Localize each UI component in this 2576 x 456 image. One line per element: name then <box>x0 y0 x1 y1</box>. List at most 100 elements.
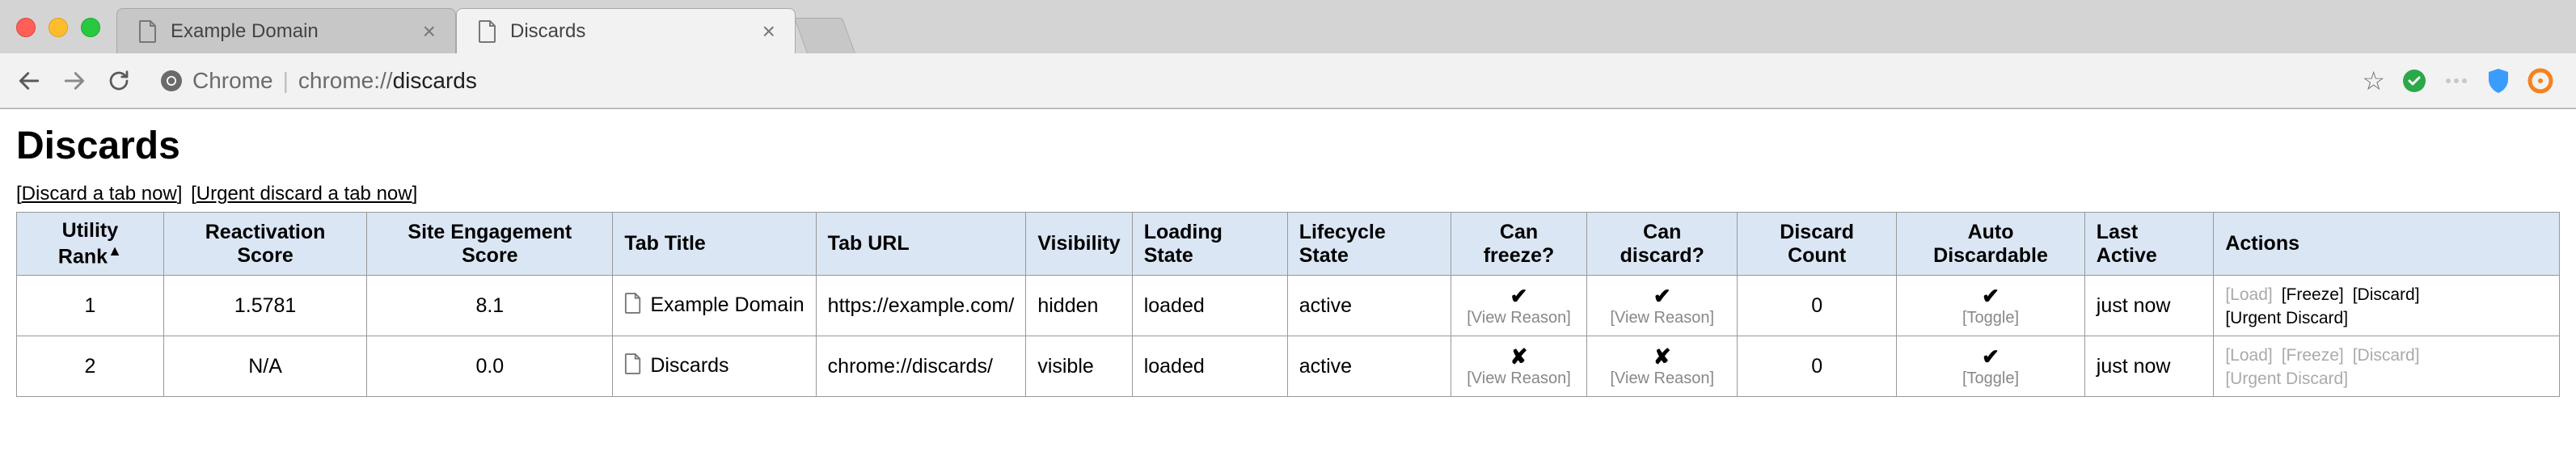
browser-tab-1[interactable]: Discards × <box>456 8 796 53</box>
discards-table: Utility Rank▲ Reactivation Score Site En… <box>16 212 2560 397</box>
cell-auto-discardable: ✔Toggle <box>1897 276 2084 336</box>
back-button[interactable] <box>16 68 42 94</box>
cell-engagement: 0.0 <box>367 336 613 397</box>
page-title: Discards <box>16 124 2560 168</box>
forward-button[interactable] <box>61 68 87 94</box>
cell-last-active: just now <box>2084 276 2214 336</box>
freeze-action[interactable]: Freeze <box>2282 285 2344 304</box>
cell-lifecycle: active <box>1287 276 1451 336</box>
page-content: Discards Discard a tab now Urgent discar… <box>0 109 2576 412</box>
col-last-active[interactable]: Last Active <box>2084 213 2214 276</box>
browser-toolbar: Chrome | chrome://discards ☆ <box>0 53 2576 108</box>
col-auto-discardable[interactable]: Auto Discardable <box>1897 213 2084 276</box>
col-site-engagement[interactable]: Site Engagement Score <box>367 213 613 276</box>
col-can-freeze[interactable]: Can freeze? <box>1451 213 1587 276</box>
freeze-action: Freeze <box>2282 346 2344 365</box>
bookmark-star-icon[interactable]: ☆ <box>2362 65 2385 96</box>
window-minimize-button[interactable] <box>49 18 68 37</box>
cell-title: Example Domain <box>613 276 816 336</box>
reload-button[interactable] <box>107 69 131 93</box>
browser-chrome: Example Domain × Discards × <box>0 0 2576 109</box>
cell-lifecycle: active <box>1287 336 1451 397</box>
tab-title: Example Domain <box>171 20 412 43</box>
cell-visibility: visible <box>1026 336 1132 397</box>
cell-loading: loaded <box>1132 336 1287 397</box>
cell-rank: 2 <box>17 336 164 397</box>
cell-can-freeze: ✔View Reason <box>1451 276 1587 336</box>
sort-asc-icon: ▲ <box>108 243 122 259</box>
toggle-link[interactable]: Toggle <box>1908 309 2072 327</box>
col-tab-title[interactable]: Tab Title <box>613 213 816 276</box>
urgent-discard-now-link[interactable]: Urgent discard a tab now <box>191 183 417 205</box>
cell-can-discard: ✘View Reason <box>1587 336 1738 397</box>
load-action: Load <box>2225 285 2272 304</box>
discard-now-link[interactable]: Discard a tab now <box>16 183 182 205</box>
top-action-links: Discard a tab now Urgent discard a tab n… <box>16 183 2560 205</box>
discard-action: Discard <box>2353 346 2420 365</box>
cell-loading: loaded <box>1132 276 1287 336</box>
extension-icon[interactable] <box>2527 68 2553 94</box>
check-icon: ✔ <box>1510 284 1528 308</box>
tab-strip: Example Domain × Discards × <box>0 0 2576 53</box>
table-header-row: Utility Rank▲ Reactivation Score Site En… <box>17 213 2560 276</box>
urgent-discard-action: Urgent Discard <box>2225 369 2348 388</box>
toggle-link[interactable]: Toggle <box>1908 369 2072 388</box>
new-tab-button[interactable] <box>794 18 855 53</box>
view-reason-link[interactable]: View Reason <box>1463 309 1576 327</box>
col-tab-url[interactable]: Tab URL <box>816 213 1026 276</box>
load-action: Load <box>2225 346 2272 365</box>
page-icon <box>137 20 159 43</box>
address-scheme: chrome:// <box>298 68 393 93</box>
table-row: 11.57818.1Example Domainhttps://example.… <box>17 276 2560 336</box>
cell-auto-discardable: ✔Toggle <box>1897 336 2084 397</box>
address-bar[interactable]: Chrome | chrome://discards <box>147 61 2346 100</box>
cell-url: https://example.com/ <box>816 276 1026 336</box>
cell-engagement: 8.1 <box>367 276 613 336</box>
col-visibility[interactable]: Visibility <box>1026 213 1132 276</box>
page-icon <box>624 293 642 319</box>
cross-icon: ✘ <box>1510 344 1528 369</box>
chrome-icon <box>160 70 183 92</box>
tab-title: Discards <box>510 20 751 43</box>
col-lifecycle-state[interactable]: Lifecycle State <box>1287 213 1451 276</box>
cell-discard-count: 0 <box>1738 336 1897 397</box>
view-reason-link[interactable]: View Reason <box>1463 369 1576 388</box>
view-reason-link[interactable]: View Reason <box>1598 369 1725 388</box>
col-loading-state[interactable]: Loading State <box>1132 213 1287 276</box>
extension-icon[interactable] <box>2401 68 2427 94</box>
cell-rank: 1 <box>17 276 164 336</box>
cell-title: Discards <box>613 336 816 397</box>
cross-icon: ✘ <box>1653 344 1671 369</box>
address-path: discards <box>393 68 477 93</box>
view-reason-link[interactable]: View Reason <box>1598 309 1725 327</box>
check-icon: ✔ <box>1982 344 2000 369</box>
col-utility-rank[interactable]: Utility Rank▲ <box>17 213 164 276</box>
cell-visibility: hidden <box>1026 276 1132 336</box>
cell-reactivation: N/A <box>163 336 367 397</box>
extension-shield-icon[interactable] <box>2485 68 2511 94</box>
cell-can-discard: ✔View Reason <box>1587 276 1738 336</box>
browser-tab-0[interactable]: Example Domain × <box>116 8 456 53</box>
extension-icon[interactable] <box>2443 68 2469 94</box>
col-reactivation-score[interactable]: Reactivation Score <box>163 213 367 276</box>
cell-last-active: just now <box>2084 336 2214 397</box>
page-icon <box>476 20 499 43</box>
check-icon: ✔ <box>1653 284 1671 308</box>
table-row: 2N/A0.0Discardschrome://discards/visible… <box>17 336 2560 397</box>
tab-close-button[interactable]: × <box>423 20 436 43</box>
discard-action[interactable]: Discard <box>2353 285 2420 304</box>
window-maximize-button[interactable] <box>81 18 100 37</box>
cell-actions: Load Freeze Discard Urgent Discard <box>2214 276 2560 336</box>
window-close-button[interactable] <box>16 18 36 37</box>
col-can-discard[interactable]: Can discard? <box>1587 213 1738 276</box>
cell-can-freeze: ✘View Reason <box>1451 336 1587 397</box>
urgent-discard-action[interactable]: Urgent Discard <box>2225 309 2348 327</box>
col-discard-count[interactable]: Discard Count <box>1738 213 1897 276</box>
cell-url: chrome://discards/ <box>816 336 1026 397</box>
col-actions[interactable]: Actions <box>2214 213 2560 276</box>
window-controls <box>16 18 116 53</box>
tab-close-button[interactable]: × <box>762 20 775 43</box>
cell-discard-count: 0 <box>1738 276 1897 336</box>
page-icon <box>624 353 642 380</box>
cell-actions: Load Freeze Discard Urgent Discard <box>2214 336 2560 397</box>
